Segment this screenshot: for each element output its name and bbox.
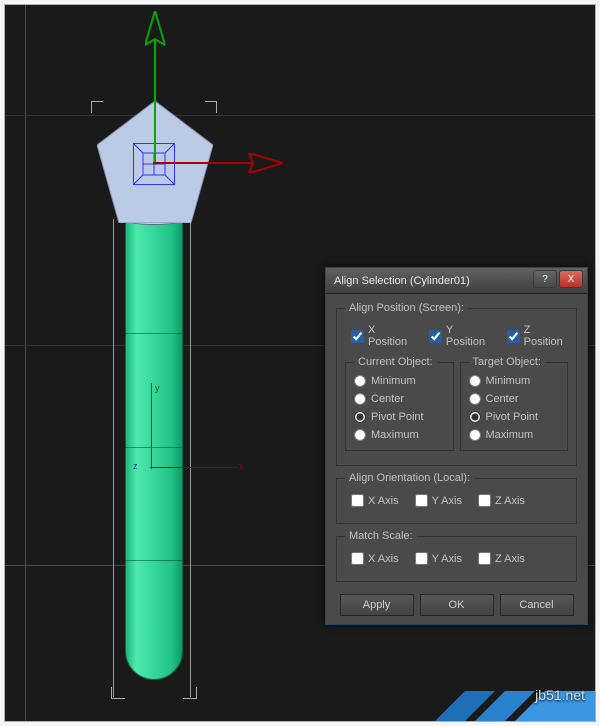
axis-label: Z Axis xyxy=(495,495,525,507)
button-label: OK xyxy=(449,599,465,611)
option-label: Pivot Point xyxy=(371,411,424,423)
match-scale-group: Match Scale: X Axis Y Axis Z Axis xyxy=(336,530,577,582)
button-label: Cancel xyxy=(519,599,553,611)
axis-label: Y Axis xyxy=(432,495,462,507)
selection-bracket-icon xyxy=(205,101,217,113)
apply-button[interactable]: Apply xyxy=(340,594,414,616)
ok-button[interactable]: OK xyxy=(420,594,494,616)
current-pivot-radio[interactable] xyxy=(354,411,366,423)
current-maximum-radio[interactable] xyxy=(354,429,366,441)
world-axis-y-label: y xyxy=(155,383,160,393)
scale-z-checkbox[interactable] xyxy=(478,552,491,565)
target-object-group: Target Object: Minimum Center Pivot Poin… xyxy=(460,356,569,451)
option-label: Pivot Point xyxy=(486,411,539,423)
cylinder-object[interactable] xyxy=(125,220,183,680)
axis-label: Y Axis xyxy=(432,553,462,565)
group-label: Match Scale: xyxy=(345,530,417,542)
x-position-label: X Position xyxy=(368,324,413,348)
selection-bracket-icon xyxy=(183,687,197,699)
align-orientation-group: Align Orientation (Local): X Axis Y Axis… xyxy=(336,472,577,524)
selection-bracket-icon xyxy=(111,687,125,699)
current-center-radio[interactable] xyxy=(354,393,366,405)
axis-label: X Axis xyxy=(368,553,399,565)
selection-bracket-icon xyxy=(91,101,103,113)
align-selection-dialog: Align Selection (Cylinder01) ? X Align P… xyxy=(325,267,588,625)
dialog-title: Align Selection (Cylinder01) xyxy=(334,275,470,287)
world-axis-x-label: x xyxy=(239,461,244,471)
z-position-label: Z Position xyxy=(524,324,568,348)
close-button[interactable]: X xyxy=(559,270,583,288)
option-label: Maximum xyxy=(371,429,419,441)
option-label: Maximum xyxy=(486,429,534,441)
z-position-checkbox[interactable] xyxy=(507,330,520,343)
cancel-button[interactable]: Cancel xyxy=(500,594,574,616)
option-label: Minimum xyxy=(371,375,416,387)
world-axis-x xyxy=(150,467,238,468)
watermark-text: jb51.net xyxy=(535,687,585,703)
scale-y-checkbox[interactable] xyxy=(415,552,428,565)
move-gizmo-x-arrow-icon[interactable] xyxy=(153,153,283,173)
group-label: Current Object: xyxy=(354,356,437,368)
dialog-titlebar[interactable]: Align Selection (Cylinder01) ? X xyxy=(326,268,587,294)
help-button[interactable]: ? xyxy=(533,270,557,288)
app-frame: x y z Align Selection (Cylinder01) ? X A… xyxy=(4,4,596,722)
orient-z-checkbox[interactable] xyxy=(478,494,491,507)
target-maximum-radio[interactable] xyxy=(469,429,481,441)
x-position-checkbox[interactable] xyxy=(351,330,364,343)
current-minimum-radio[interactable] xyxy=(354,375,366,387)
y-position-label: Y Position xyxy=(446,324,491,348)
help-icon: ? xyxy=(542,274,548,285)
axis-label: X Axis xyxy=(368,495,399,507)
align-position-group: Align Position (Screen): X Position Y Po… xyxy=(336,302,577,466)
target-center-radio[interactable] xyxy=(469,393,481,405)
orient-x-checkbox[interactable] xyxy=(351,494,364,507)
target-pivot-radio[interactable] xyxy=(469,411,481,423)
group-label: Target Object: xyxy=(469,356,545,368)
y-position-checkbox[interactable] xyxy=(429,330,442,343)
move-gizmo-y-arrow-icon[interactable] xyxy=(145,11,165,165)
option-label: Minimum xyxy=(486,375,531,387)
group-label: Align Orientation (Local): xyxy=(345,472,474,484)
scale-x-checkbox[interactable] xyxy=(351,552,364,565)
target-minimum-radio[interactable] xyxy=(469,375,481,387)
current-object-group: Current Object: Minimum Center Pivot Poi… xyxy=(345,356,454,451)
option-label: Center xyxy=(486,393,519,405)
close-icon: X xyxy=(568,274,575,285)
button-label: Apply xyxy=(363,599,391,611)
axis-label: Z Axis xyxy=(495,553,525,565)
world-axis-y xyxy=(151,383,152,469)
world-axis-z-label: z xyxy=(133,461,138,471)
orient-y-checkbox[interactable] xyxy=(415,494,428,507)
group-label: Align Position (Screen): xyxy=(345,302,468,314)
option-label: Center xyxy=(371,393,404,405)
